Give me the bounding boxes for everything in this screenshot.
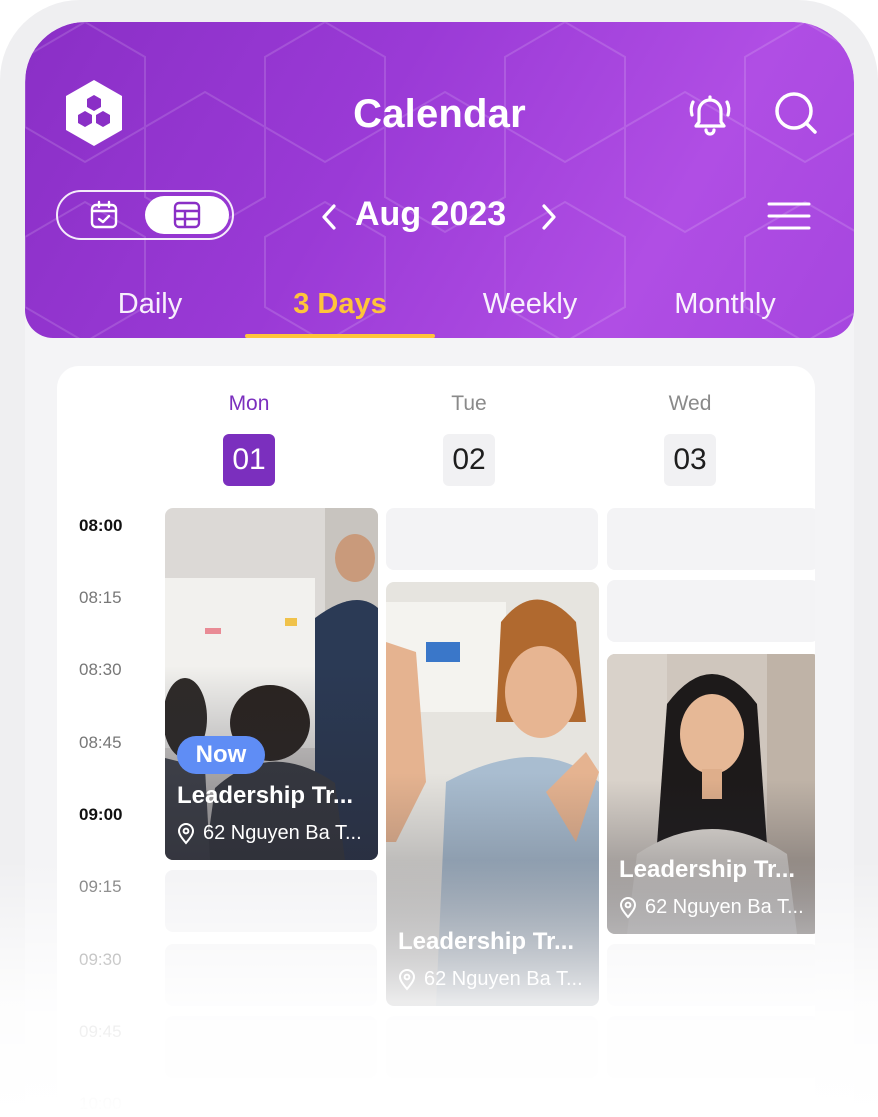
view-mode-toggle bbox=[56, 190, 234, 240]
app-screen: Calendar Aug 2023 Daily 3 Days Weekly Mo… bbox=[25, 22, 854, 1117]
active-tab-indicator bbox=[245, 334, 435, 338]
event-title: Leadership Tr... bbox=[177, 782, 354, 809]
empty-time-slot[interactable] bbox=[165, 944, 377, 1006]
view-tabs: Daily 3 Days Weekly Monthly bbox=[25, 284, 854, 338]
calendar-card: Mon 01 Tue 02 Wed 03 08:00 08:15 08:30 0… bbox=[57, 366, 815, 1117]
tab-monthly[interactable]: Monthly bbox=[645, 288, 805, 321]
day-name: Tue bbox=[451, 392, 487, 415]
tab-weekly[interactable]: Weekly bbox=[455, 288, 605, 321]
day-header-tue[interactable]: Tue 02 bbox=[409, 366, 529, 500]
search-icon[interactable] bbox=[771, 88, 821, 138]
day-number: 03 bbox=[664, 434, 716, 486]
day-number: 02 bbox=[443, 434, 495, 486]
location-pin-icon bbox=[398, 968, 416, 991]
hamburger-menu-icon[interactable] bbox=[765, 198, 813, 234]
event-title: Leadership Tr... bbox=[398, 928, 575, 955]
calendar-check-icon bbox=[90, 200, 118, 229]
empty-time-slot[interactable] bbox=[607, 508, 815, 570]
time-label: 09:30 bbox=[79, 950, 122, 969]
day-name: Mon bbox=[228, 392, 270, 415]
grid-table-icon bbox=[173, 201, 201, 229]
current-month-label: Aug 2023 bbox=[355, 195, 507, 233]
location-pin-icon bbox=[619, 896, 637, 919]
empty-time-slot[interactable] bbox=[165, 1016, 377, 1078]
grid-view-option[interactable] bbox=[145, 196, 229, 234]
location-pin-icon bbox=[177, 822, 195, 845]
calendar-view-option[interactable] bbox=[62, 196, 146, 234]
now-badge: Now bbox=[177, 736, 265, 774]
tab-daily[interactable]: Daily bbox=[85, 288, 215, 321]
time-label: 10:00 bbox=[79, 1094, 122, 1113]
time-label: 09:00 bbox=[79, 805, 123, 824]
event-location-text: 62 Nguyen Ba T... bbox=[424, 968, 583, 990]
event-location: 62 Nguyen Ba T... bbox=[177, 822, 374, 845]
empty-time-slot[interactable] bbox=[607, 1016, 815, 1078]
tab-3-days[interactable]: 3 Days bbox=[245, 288, 435, 321]
time-label: 08:45 bbox=[79, 733, 122, 752]
phone-frame: Calendar Aug 2023 Daily 3 Days Weekly Mo… bbox=[0, 0, 878, 1117]
day-header-wed[interactable]: Wed 03 bbox=[630, 366, 750, 500]
day-header-mon[interactable]: Mon 01 bbox=[189, 366, 309, 500]
event-location: 62 Nguyen Ba T... bbox=[398, 968, 595, 991]
time-label: 08:00 bbox=[79, 516, 123, 535]
time-label: 08:30 bbox=[79, 660, 122, 679]
day-name: Wed bbox=[668, 392, 712, 415]
bell-icon[interactable] bbox=[685, 88, 735, 138]
time-label: 09:15 bbox=[79, 877, 122, 896]
empty-time-slot[interactable] bbox=[607, 580, 815, 642]
event-title: Leadership Tr... bbox=[619, 856, 796, 883]
previous-month-button[interactable] bbox=[315, 200, 345, 234]
empty-time-slot[interactable] bbox=[607, 944, 815, 1006]
day-number: 01 bbox=[223, 434, 275, 486]
event-card-mon[interactable]: Now Leadership Tr... 62 Nguyen Ba T... bbox=[165, 508, 378, 860]
next-month-button[interactable] bbox=[533, 200, 563, 234]
empty-time-slot[interactable] bbox=[165, 870, 377, 932]
calendar-header: Calendar Aug 2023 Daily 3 Days Weekly Mo… bbox=[25, 22, 854, 338]
empty-time-slot[interactable] bbox=[386, 508, 598, 570]
event-location-text: 62 Nguyen Ba T... bbox=[645, 896, 804, 918]
event-card-wed[interactable]: Leadership Tr... 62 Nguyen Ba T... bbox=[607, 654, 815, 934]
time-grid: 08:00 08:15 08:30 08:45 09:00 09:15 09:3… bbox=[57, 500, 815, 1117]
time-label: 09:45 bbox=[79, 1022, 122, 1041]
time-label: 08:15 bbox=[79, 588, 122, 607]
event-location-text: 62 Nguyen Ba T... bbox=[203, 822, 362, 844]
event-card-tue[interactable]: Leadership Tr... 62 Nguyen Ba T... bbox=[386, 582, 599, 1006]
empty-time-slot[interactable] bbox=[386, 1016, 598, 1078]
event-location: 62 Nguyen Ba T... bbox=[619, 896, 815, 919]
